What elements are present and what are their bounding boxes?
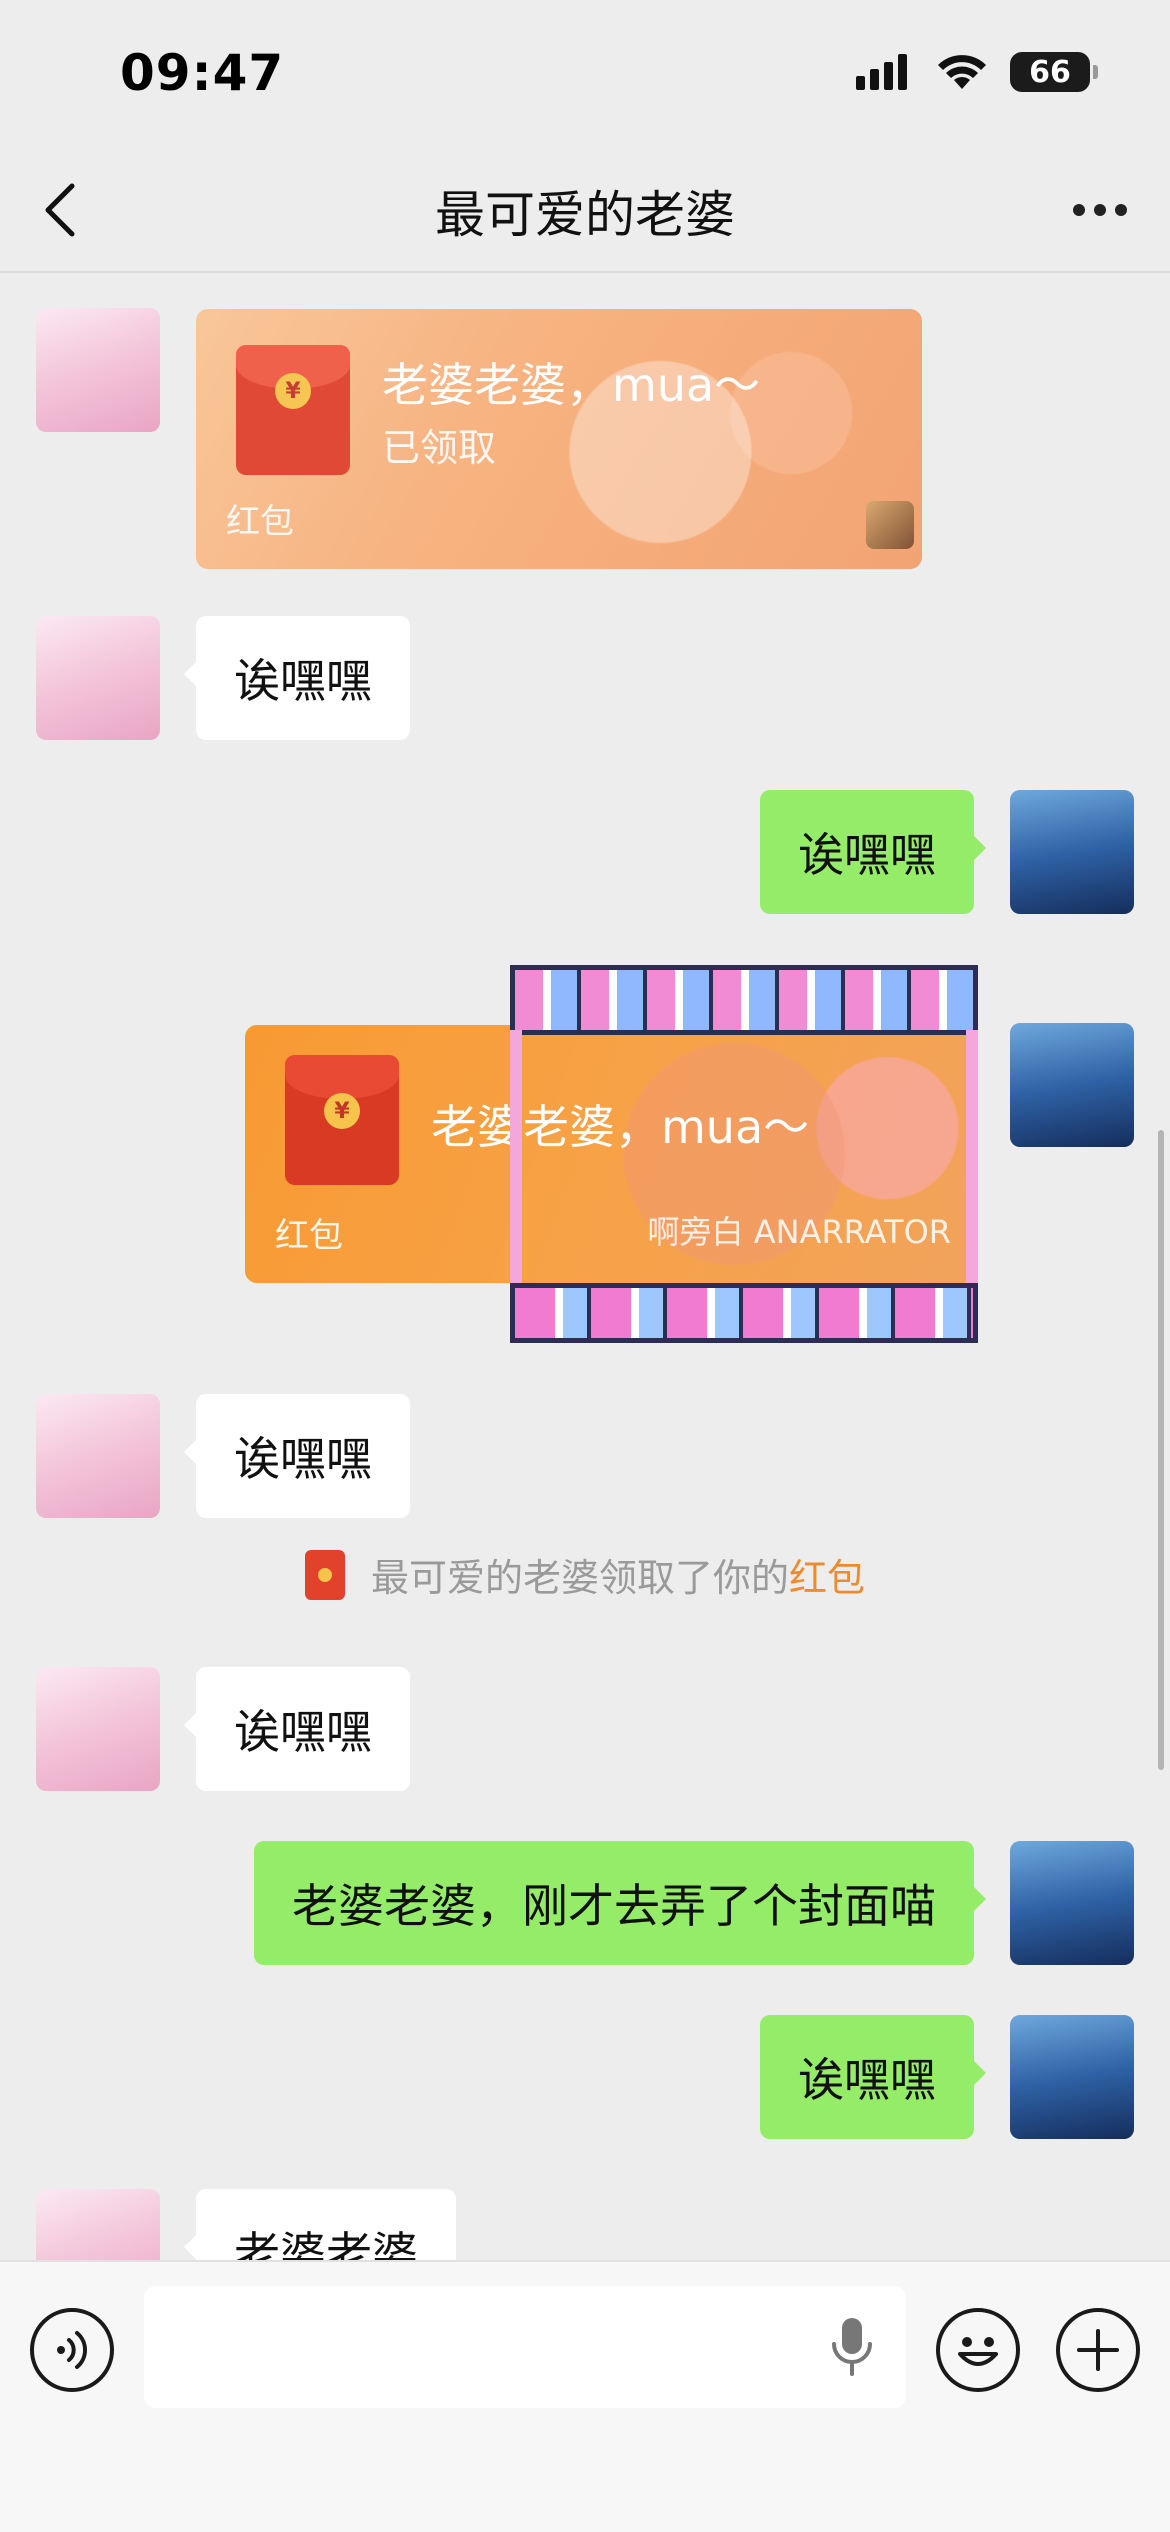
contact-avatar[interactable]: [36, 1667, 160, 1791]
contact-avatar[interactable]: [36, 616, 160, 740]
packet-status: 已领取: [382, 426, 497, 470]
message-bubble[interactable]: 老婆老婆，刚才去弄了个封面喵: [254, 1841, 986, 1965]
packet-sponsor: 啊旁白 ANARRATOR: [647, 1213, 951, 1251]
red-packet-message[interactable]: ¥ 老婆老婆，mua～ 已领取 红包: [196, 309, 922, 569]
message-bubble[interactable]: 诶嘿嘿: [184, 1394, 410, 1518]
status-bar: 09:47 66: [0, 0, 1170, 145]
cover-author-avatar: [866, 501, 914, 549]
plus-button[interactable]: [1056, 2308, 1140, 2392]
my-avatar[interactable]: [1010, 1841, 1134, 1965]
emoji-button[interactable]: [936, 2308, 1020, 2392]
system-notice-text: 最可爱的老婆领取了你的: [370, 1556, 789, 1600]
mic-icon[interactable]: [830, 2316, 874, 2378]
more-dot: [1094, 204, 1106, 216]
red-envelope-icon: ¥: [236, 345, 350, 475]
message-bubble[interactable]: 诶嘿嘿: [184, 1667, 410, 1791]
wifi-icon: [938, 55, 986, 89]
signal-icon: [856, 54, 907, 90]
input-bar: [0, 2260, 1170, 2532]
packet-label: 红包: [275, 1216, 343, 1256]
emoji-icon: [958, 2337, 998, 2366]
voice-icon: [57, 2331, 88, 2369]
system-notice: 最可爱的老婆领取了你的红包: [0, 1547, 1170, 1602]
message-bubble[interactable]: 诶嘿嘿: [760, 2015, 986, 2139]
packet-label: 红包: [226, 502, 294, 542]
status-icons: 66: [856, 52, 1098, 92]
packet-title: 老婆老婆，mua～: [431, 1100, 810, 1154]
status-time: 09:47: [120, 44, 285, 102]
red-envelope-icon: [304, 1549, 345, 1600]
packet-title: 老婆老婆，mua～: [382, 358, 761, 412]
more-button[interactable]: [1060, 175, 1140, 245]
my-avatar[interactable]: [1010, 1023, 1134, 1147]
page-title: 最可爱的老婆: [435, 186, 735, 244]
red-packet-link[interactable]: 红包: [789, 1556, 865, 1600]
red-envelope-icon: ¥: [285, 1055, 399, 1185]
pixel-border-bottom: [510, 1283, 978, 1343]
message-bubble[interactable]: 诶嘿嘿: [184, 616, 410, 740]
contact-avatar[interactable]: [36, 1394, 160, 1518]
message-bubble[interactable]: 诶嘿嘿: [760, 790, 986, 914]
message-input[interactable]: [144, 2286, 906, 2408]
my-avatar[interactable]: [1010, 790, 1134, 914]
red-packet-message[interactable]: ¥ 老婆老婆，mua～ 红包 啊旁白 ANARRATOR: [245, 1025, 975, 1283]
contact-avatar[interactable]: [36, 2189, 160, 2260]
more-dot: [1073, 204, 1085, 216]
message-list[interactable]: ¥ 老婆老婆，mua～ 已领取 红包 诶嘿嘿 诶嘿嘿 ¥ 老婆老婆，mua～ 红…: [0, 275, 1170, 2260]
plus-icon: [1077, 2329, 1119, 2371]
packet-cover-art: [486, 309, 922, 569]
chat-screen: 09:47 66 最可爱的老婆 ¥ 老婆老婆，mua～ 已领取 红包 诶嘿嘿 诶…: [0, 0, 1170, 2532]
message-bubble[interactable]: 老婆老婆: [184, 2189, 456, 2260]
voice-button[interactable]: [30, 2308, 114, 2392]
battery-icon: 66: [1010, 52, 1098, 92]
more-dot: [1115, 204, 1127, 216]
contact-avatar[interactable]: [36, 308, 160, 432]
nav-bar: 最可爱的老婆: [0, 145, 1170, 273]
my-avatar[interactable]: [1010, 2015, 1134, 2139]
scrollbar[interactable]: [1158, 1130, 1164, 1770]
